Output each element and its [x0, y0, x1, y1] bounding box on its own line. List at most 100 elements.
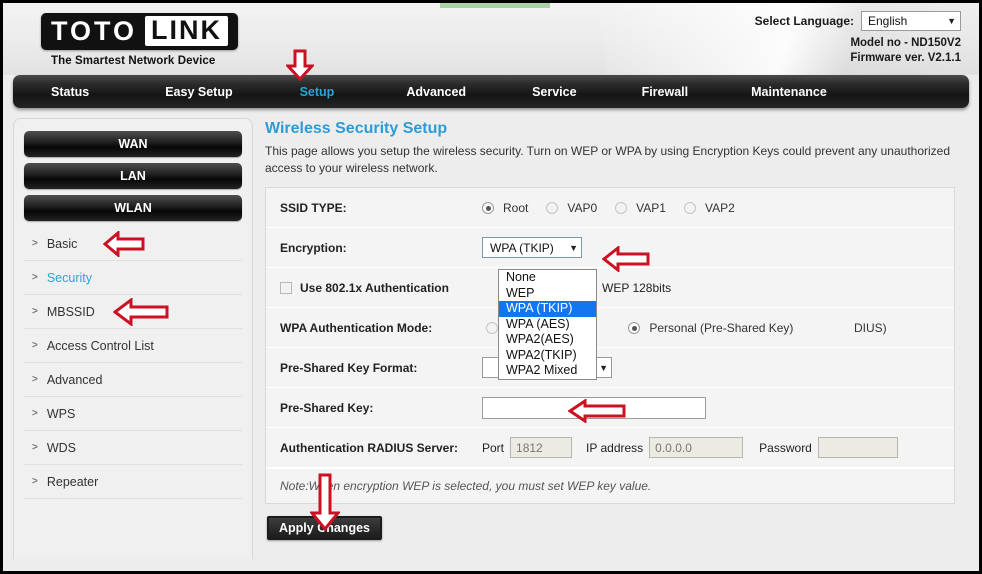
sidebar-item-security[interactable]: > Security: [24, 261, 242, 295]
nav-item-service[interactable]: Service: [532, 85, 576, 99]
nav-item-easy-setup[interactable]: Easy Setup: [165, 85, 232, 99]
sidebar-item-label: MBSSID: [46, 304, 95, 319]
nav-item-status[interactable]: Status: [51, 85, 89, 99]
language-select-value: English: [868, 14, 908, 28]
radio-enterprise-radius[interactable]: [486, 321, 498, 334]
page-content: WAN LAN WLAN > Basic > Security > MBSSID…: [3, 108, 979, 571]
label-radius-ip: IP address: [586, 440, 644, 455]
row-dot1x: Use 802.1x Authentication WEP 128bits: [266, 268, 954, 308]
radius-port-input[interactable]: 1812: [510, 437, 573, 458]
encryption-select-value: WPA (TKIP): [490, 240, 554, 255]
encryption-option-wpa2-aes[interactable]: WPA2(AES): [499, 332, 596, 348]
brand-logo: TOTO LINK The Smartest Network Device: [41, 13, 239, 67]
radio-ssid-vap0[interactable]: [546, 201, 559, 214]
encryption-option-wep[interactable]: WEP: [499, 285, 596, 301]
top-green-sliver: [440, 3, 550, 8]
radio-label-vap2: VAP2: [704, 200, 735, 215]
radio-ssid-root[interactable]: [482, 201, 494, 214]
sidebar-item-label: WPS: [46, 406, 76, 421]
chevron-down-icon: ▼: [569, 242, 578, 253]
encryption-option-wpa-aes[interactable]: WPA (AES): [499, 316, 596, 332]
row-pre-shared-key: Pre-Shared Key:: [266, 388, 954, 428]
page-description: This page allows you setup the wireless …: [265, 144, 951, 175]
page-header: TOTO LINK The Smartest Network Device Se…: [3, 3, 979, 75]
radius-ip-input[interactable]: 0.0.0.0: [649, 437, 744, 458]
chevron-right-icon: >: [32, 442, 38, 453]
main-panel: Wireless Security Setup This page allows…: [253, 118, 969, 571]
nav-item-setup[interactable]: Setup: [300, 85, 335, 99]
main-navigation: Status Easy Setup Setup Advanced Service…: [13, 75, 969, 108]
radio-label-vap1: VAP1: [636, 200, 666, 215]
sidebar: WAN LAN WLAN > Basic > Security > MBSSID…: [13, 118, 253, 566]
sidebar-item-advanced[interactable]: > Advanced: [24, 363, 242, 397]
radio-label-enterprise-visible-tail: DIUS): [854, 320, 887, 335]
text-wep-128bits: WEP 128bits: [602, 280, 672, 295]
radio-personal-psk[interactable]: [628, 321, 641, 334]
radio-label-personal: Personal (Pre-Shared Key): [649, 320, 794, 335]
firmware-version: Firmware ver. V2.1.1: [850, 52, 961, 64]
page-title: Wireless Security Setup: [265, 120, 448, 137]
logo-link-text: LINK: [145, 16, 229, 46]
pre-shared-key-input[interactable]: [482, 396, 706, 419]
chevron-right-icon: >: [32, 306, 38, 317]
sidebar-item-mbssid[interactable]: > MBSSID: [24, 295, 242, 329]
language-selector-row: Select Language: English ▼: [755, 11, 961, 31]
encryption-option-wpa2-tkip[interactable]: WPA2(TKIP): [499, 347, 596, 363]
apply-changes-button[interactable]: Apply Changes: [267, 516, 382, 540]
label-encryption: Encryption:: [280, 240, 347, 255]
sidebar-item-label: Access Control List: [46, 338, 154, 353]
sidebar-item-wps[interactable]: > WPS: [24, 397, 242, 431]
sidebar-button-lan[interactable]: LAN: [24, 163, 242, 189]
label-dot1x-cell: Use 802.1x Authentication: [266, 281, 472, 295]
encryption-option-wpa2-mixed[interactable]: WPA2 Mixed: [499, 363, 596, 379]
nav-item-maintenance[interactable]: Maintenance: [751, 85, 827, 99]
sidebar-item-wds[interactable]: > WDS: [24, 431, 242, 465]
model-number: Model no - ND150V2: [850, 37, 961, 49]
language-label: Select Language:: [754, 14, 854, 28]
label-wpa-auth-mode: WPA Authentication Mode:: [280, 320, 433, 335]
encryption-dropdown-list[interactable]: None WEP WPA (TKIP) WPA (AES) WPA2(AES) WPA2(…: [498, 269, 597, 380]
sidebar-item-repeater[interactable]: > Repeater: [24, 465, 242, 499]
row-psk-format: Pre-Shared Key Format: ▼: [266, 348, 954, 388]
brand-tagline: The Smartest Network Device: [51, 55, 216, 67]
chevron-down-icon: ▼: [599, 362, 608, 373]
sidebar-item-basic[interactable]: > Basic: [24, 227, 242, 261]
sidebar-button-wan[interactable]: WAN: [24, 131, 242, 157]
encryption-option-wpa-tkip[interactable]: WPA (TKIP): [499, 301, 596, 317]
device-info: Model no - ND150V2 Firmware ver. V2.1.1: [850, 36, 961, 66]
encryption-select[interactable]: WPA (TKIP) ▼: [482, 237, 582, 258]
radio-ssid-vap1[interactable]: [615, 201, 628, 214]
page-bottom-strip: [3, 559, 979, 571]
sidebar-button-wlan[interactable]: WLAN: [24, 195, 242, 221]
language-select[interactable]: English ▼: [861, 11, 961, 31]
form-note: Note:When encryption WEP is selected, yo…: [266, 468, 954, 503]
chevron-right-icon: >: [32, 340, 38, 351]
radius-password-input[interactable]: [817, 437, 898, 458]
nav-item-advanced[interactable]: Advanced: [406, 85, 466, 99]
logo-box: TOTO LINK: [41, 13, 239, 50]
checkbox-use-802-1x[interactable]: [280, 281, 292, 294]
logo-toto-text: TOTO: [51, 15, 138, 46]
radio-ssid-vap2[interactable]: [683, 201, 696, 214]
row-radius-server: Authentication RADIUS Server: Port 1812 …: [266, 428, 954, 468]
row-encryption: Encryption: WPA (TKIP) ▼: [266, 228, 954, 268]
radio-label-root: Root: [503, 200, 529, 215]
chevron-right-icon: >: [32, 374, 38, 385]
ssid-type-options: Root VAP0 VAP1 VAP2: [472, 201, 954, 215]
sidebar-item-access-control-list[interactable]: > Access Control List: [24, 329, 242, 363]
label-ssid-type: SSID TYPE:: [280, 200, 347, 215]
encryption-control: WPA (TKIP) ▼: [472, 237, 954, 258]
nav-item-firewall[interactable]: Firewall: [642, 85, 689, 99]
router-admin-page: TOTO LINK The Smartest Network Device Se…: [3, 3, 979, 571]
sidebar-item-label: Advanced: [46, 372, 103, 387]
label-radius-server: Authentication RADIUS Server:: [280, 440, 459, 455]
chevron-right-icon: >: [32, 476, 38, 487]
row-ssid-type: SSID TYPE: Root VAP0 VAP1 VAP2: [266, 188, 954, 228]
label-psk-format: Pre-Shared Key Format:: [280, 360, 418, 375]
browser-screenshot: TOTO LINK The Smartest Network Device Se…: [0, 0, 982, 574]
encryption-option-none[interactable]: None: [499, 270, 596, 286]
row-wpa-auth-mode: WPA Authentication Mode: Enterprise (RAD…: [266, 308, 954, 348]
chevron-right-icon: >: [32, 272, 38, 283]
label-use-802-1x: Use 802.1x Authentication: [300, 280, 449, 295]
label-radius-port: Port: [482, 440, 505, 455]
